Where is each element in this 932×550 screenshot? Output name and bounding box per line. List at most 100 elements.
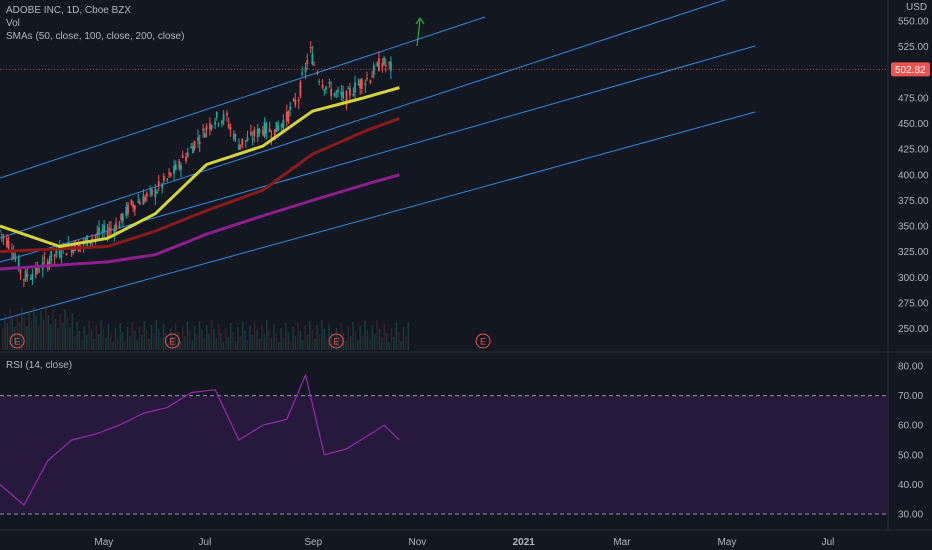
volume-bar xyxy=(294,336,297,350)
candle-body xyxy=(29,278,32,280)
volume-bar xyxy=(350,336,352,350)
volume-bar xyxy=(4,314,6,350)
volume-bar xyxy=(126,327,129,350)
candle-body xyxy=(2,235,5,239)
volume-bar xyxy=(134,331,136,350)
price-tick-label: 400.00 xyxy=(898,170,929,181)
volume-bar xyxy=(386,333,388,350)
volume-bar xyxy=(138,326,141,350)
volume-bar xyxy=(129,336,131,350)
candle-body xyxy=(180,165,182,170)
chart-canvas[interactable]: 550.00525.00500.00475.00450.00425.00400.… xyxy=(0,0,932,550)
candle-body xyxy=(169,172,172,177)
candle-body xyxy=(144,197,146,202)
candle-body xyxy=(309,46,312,49)
candle-body xyxy=(130,199,133,205)
volume-bar xyxy=(90,330,93,350)
time-tick-label: May xyxy=(94,537,113,548)
candle-body xyxy=(342,91,344,99)
candle-body xyxy=(0,230,1,232)
volume-bar xyxy=(136,340,138,350)
candle-body xyxy=(214,121,216,125)
candle-body xyxy=(347,88,350,90)
candle-body xyxy=(101,230,104,234)
candle-body xyxy=(333,92,336,97)
time-tick-label: May xyxy=(717,537,736,548)
candle-body xyxy=(241,138,244,145)
volume-bar xyxy=(263,334,265,350)
candle-body xyxy=(277,125,280,131)
volume-bar xyxy=(143,321,145,350)
candle-body xyxy=(210,125,213,129)
volume-bar xyxy=(196,335,198,350)
candle-body xyxy=(22,279,25,281)
volume-bar xyxy=(35,316,37,350)
candle-body xyxy=(251,138,254,140)
volume-bar xyxy=(402,327,405,350)
candle-body xyxy=(217,123,220,125)
volume-bar xyxy=(69,327,71,350)
volume-bar xyxy=(357,340,359,350)
candle-body xyxy=(316,72,319,74)
candle-body xyxy=(261,130,264,135)
volume-bar xyxy=(395,323,397,350)
volume-bar xyxy=(292,327,294,350)
candle-body xyxy=(265,123,268,134)
candle-body xyxy=(328,82,331,84)
volume-bar xyxy=(88,321,90,350)
price-tick-label: 550.00 xyxy=(898,17,929,28)
volume-bar xyxy=(83,326,85,350)
volume-bar xyxy=(112,342,114,350)
volume-bar xyxy=(270,338,273,350)
volume-bar xyxy=(326,338,328,350)
candle-body xyxy=(133,205,136,210)
volume-bar xyxy=(242,322,244,350)
candle-body xyxy=(340,92,343,95)
volume-bar xyxy=(354,331,357,350)
volume-bar xyxy=(302,340,304,350)
volume-bar xyxy=(378,329,381,350)
candle-body xyxy=(149,188,152,190)
candle-body xyxy=(48,261,51,264)
candle-body xyxy=(280,124,283,128)
volume-bar xyxy=(407,322,409,350)
candle-body xyxy=(181,155,184,158)
volume-bar xyxy=(107,324,109,350)
candle-body xyxy=(12,253,15,259)
candle-body xyxy=(256,128,259,138)
candle-body xyxy=(145,193,148,197)
candle-body xyxy=(244,140,247,142)
volume-bar xyxy=(251,335,253,350)
candle-body xyxy=(250,132,252,135)
candle-body xyxy=(121,214,124,222)
candle-body xyxy=(156,191,158,193)
volume-bar xyxy=(194,326,196,350)
volume-bar xyxy=(2,328,4,350)
price-tick-label: 325.00 xyxy=(898,247,929,258)
candle-body xyxy=(113,228,116,234)
volume-bar xyxy=(33,307,35,350)
candle-body xyxy=(357,84,360,86)
volume-bar xyxy=(210,320,213,350)
candle-body xyxy=(349,88,351,96)
candle-body xyxy=(292,99,295,101)
volume-bar xyxy=(102,329,105,350)
candle-body xyxy=(19,270,22,274)
volume-label: Vol xyxy=(6,18,20,29)
candle-body xyxy=(161,183,164,189)
time-tick-label: Jul xyxy=(822,537,835,548)
volume-bar xyxy=(321,320,323,350)
candle-body xyxy=(118,223,121,229)
volume-bar xyxy=(230,323,232,350)
volume-bar xyxy=(117,337,119,350)
candle-body xyxy=(125,207,128,216)
last-price-label: 502.82 xyxy=(895,65,926,76)
volume-bar xyxy=(261,325,263,350)
candle-body xyxy=(203,133,206,138)
volume-bar xyxy=(203,339,205,350)
volume-bar xyxy=(40,311,42,350)
volume-bar xyxy=(122,332,124,350)
candle-body xyxy=(321,84,324,89)
price-tick-label: 300.00 xyxy=(898,273,929,284)
time-tick-label: 2021 xyxy=(513,537,536,548)
